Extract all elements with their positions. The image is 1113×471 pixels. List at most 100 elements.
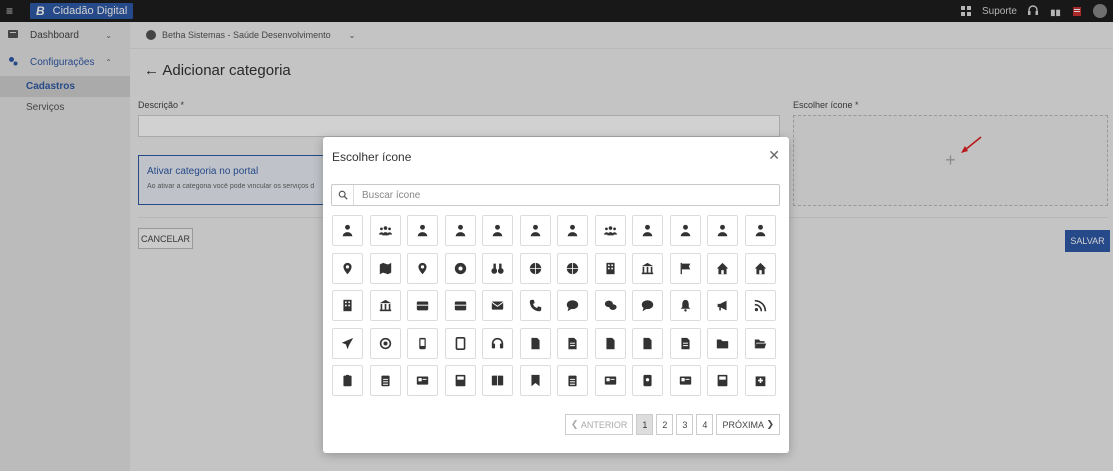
- icon-option[interactable]: [744, 215, 776, 246]
- icon-option[interactable]: [369, 290, 401, 321]
- icon-option[interactable]: [482, 365, 513, 396]
- icon-option[interactable]: [669, 290, 701, 321]
- icon-option[interactable]: [407, 252, 438, 284]
- id-card-icon: [604, 376, 616, 385]
- page-button-4[interactable]: 4: [696, 414, 714, 435]
- icon-option[interactable]: [632, 215, 663, 246]
- university-icon: [379, 299, 391, 312]
- icon-option[interactable]: [519, 327, 551, 359]
- icon-option[interactable]: [707, 327, 738, 359]
- book-icon: [455, 374, 465, 387]
- next-page-button[interactable]: PRÓXIMA ❯: [716, 414, 780, 435]
- icon-option[interactable]: [407, 215, 438, 246]
- icon-option[interactable]: [332, 327, 363, 359]
- close-icon[interactable]: ✕: [768, 147, 780, 164]
- next-page-label: PRÓXIMA: [722, 419, 764, 430]
- icon-option[interactable]: [444, 365, 476, 396]
- icon-option[interactable]: [707, 290, 738, 321]
- icon-option[interactable]: [707, 215, 738, 246]
- icon-option[interactable]: [332, 215, 363, 246]
- walking-icon: [755, 224, 765, 237]
- icon-option[interactable]: [669, 215, 701, 246]
- icon-option[interactable]: [669, 365, 701, 396]
- house-icon: [754, 262, 766, 274]
- icon-option[interactable]: [519, 365, 551, 396]
- id-badge-icon: [643, 374, 652, 387]
- icon-option[interactable]: [669, 252, 701, 284]
- icon-search-input[interactable]: [354, 189, 754, 201]
- paper-plane-icon: [341, 337, 354, 349]
- icon-option[interactable]: [744, 327, 776, 359]
- book-open-icon: [491, 375, 504, 386]
- icon-option[interactable]: [557, 252, 588, 284]
- comment-alt-icon: [641, 300, 654, 312]
- icon-option[interactable]: [369, 215, 401, 246]
- icon-option[interactable]: [557, 365, 588, 396]
- child-icon: [717, 224, 728, 237]
- icon-option[interactable]: [557, 290, 588, 321]
- prev-page-button[interactable]: ❮ ANTERIOR: [564, 414, 634, 435]
- icon-option[interactable]: [332, 365, 363, 396]
- icon-option[interactable]: [632, 327, 663, 359]
- icon-option[interactable]: [594, 327, 626, 359]
- icon-option[interactable]: [594, 290, 626, 321]
- icon-option[interactable]: [369, 252, 401, 284]
- icon-option[interactable]: [707, 252, 738, 284]
- icon-option[interactable]: [594, 252, 626, 284]
- icon-option[interactable]: [744, 365, 776, 396]
- icon-option[interactable]: [407, 290, 438, 321]
- icon-option[interactable]: [482, 290, 513, 321]
- icon-option[interactable]: [632, 290, 663, 321]
- icon-option[interactable]: [407, 365, 438, 396]
- icon-option[interactable]: [369, 365, 401, 396]
- icon-option[interactable]: [632, 252, 663, 284]
- icon-option[interactable]: [519, 290, 551, 321]
- envelope-icon: [491, 301, 504, 310]
- chevron-left-icon: ❮: [570, 419, 581, 429]
- icon-option[interactable]: [444, 327, 476, 359]
- building-icon: [343, 299, 352, 312]
- icon-option[interactable]: [482, 327, 513, 359]
- globe-icon: [566, 262, 579, 274]
- newspaper-icon: [416, 376, 429, 385]
- home-icon: [716, 262, 729, 274]
- icon-option[interactable]: [594, 365, 626, 396]
- page-button-3[interactable]: 3: [676, 414, 694, 435]
- page-button-2[interactable]: 2: [656, 414, 674, 435]
- icon-option[interactable]: [519, 215, 551, 246]
- icon-option[interactable]: [407, 327, 438, 359]
- hospital-icon: [755, 376, 765, 387]
- city-icon: [605, 262, 615, 274]
- address-card-icon: [679, 376, 691, 385]
- icon-option[interactable]: [482, 215, 513, 246]
- icon-option[interactable]: [444, 215, 476, 246]
- landmark-icon: [641, 262, 654, 274]
- page-button-1[interactable]: 1: [636, 414, 654, 435]
- icon-option[interactable]: [632, 365, 663, 396]
- file-alt-icon: [568, 337, 577, 349]
- mobile-icon: [419, 337, 426, 349]
- icon-option[interactable]: [444, 252, 476, 284]
- globe-grid-icon: [529, 262, 541, 274]
- icon-option[interactable]: [444, 290, 476, 321]
- icon-option[interactable]: [557, 327, 588, 359]
- map-pin-icon: [418, 262, 427, 274]
- icon-option[interactable]: [332, 290, 363, 321]
- icon-option[interactable]: [594, 215, 626, 246]
- icon-option[interactable]: [744, 290, 776, 321]
- at-icon: [379, 337, 391, 349]
- icon-option[interactable]: [369, 327, 401, 359]
- icon-option[interactable]: [669, 327, 701, 359]
- archive-icon: [416, 301, 429, 311]
- people-icon: [603, 226, 617, 236]
- prev-page-label: ANTERIOR: [580, 419, 628, 430]
- icon-option[interactable]: [707, 365, 738, 396]
- icon-option[interactable]: [519, 252, 551, 284]
- file-icon: [530, 337, 540, 349]
- icon-option[interactable]: [482, 252, 513, 284]
- comments-icon: [604, 300, 617, 310]
- user-graduate-icon: [455, 224, 465, 237]
- icon-option[interactable]: [332, 252, 363, 284]
- icon-option[interactable]: [557, 215, 588, 246]
- icon-option[interactable]: [744, 252, 776, 284]
